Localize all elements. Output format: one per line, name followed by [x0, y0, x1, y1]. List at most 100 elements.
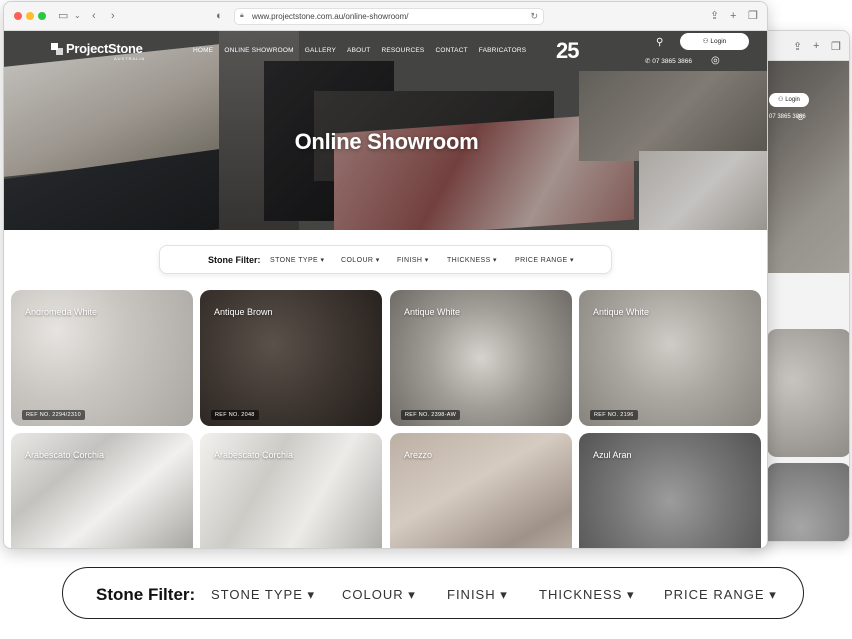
stone-name: Arabescato Corchia — [25, 450, 105, 460]
url-text: www.projectstone.com.au/online-showroom/ — [252, 12, 409, 21]
privacy-shield-icon[interactable]: ◐ — [216, 9, 223, 23]
caret-down-icon: ▾ — [769, 587, 777, 602]
chevron-down-icon[interactable]: ⌄ — [74, 9, 81, 23]
caret-down-icon: ▾ — [375, 257, 380, 264]
page-title: Online Showroom — [294, 129, 479, 154]
nav-gallery[interactable]: GALLERY — [305, 47, 336, 54]
back-arrow-icon[interactable]: ‹ — [92, 9, 96, 23]
background-login-button[interactable]: ⚇ Login — [769, 93, 809, 107]
main-navigation: HOME ONLINE SHOWROOM GALLERY ABOUT RESOU… — [193, 47, 526, 54]
stone-name: Andromeda White — [25, 307, 98, 317]
user-icon: ⚇ — [778, 97, 784, 103]
caret-down-icon: ▾ — [408, 587, 416, 602]
user-icon: ⚇ — [702, 38, 709, 45]
filter-option-label: PRICE RANGE — [515, 257, 568, 264]
lock-icon: 🔒︎ — [240, 12, 244, 19]
stone-tile-arezzo[interactable]: Arezzo — [390, 433, 572, 548]
filter-stone-type-dropdown[interactable]: STONE TYPE ▾ — [270, 256, 324, 264]
filter-price-range-dropdown[interactable]: PRICE RANGE ▾ — [664, 587, 777, 603]
background-stone-tile[interactable] — [767, 463, 849, 541]
stone-filter-label: Stone Filter: — [208, 255, 261, 265]
stone-name: Arezzo — [404, 450, 433, 460]
login-label: Login — [710, 38, 727, 45]
filter-option-label: FINISH — [397, 257, 423, 264]
login-button[interactable]: ⚇ Login — [680, 33, 749, 50]
filter-colour-dropdown[interactable]: COLOUR ▾ — [341, 256, 380, 264]
caret-down-icon: ▾ — [320, 257, 325, 264]
filter-colour-dropdown[interactable]: COLOUR ▾ — [342, 587, 416, 603]
nav-online-showroom[interactable]: ONLINE SHOWROOM — [224, 47, 293, 54]
filter-stone-type-dropdown[interactable]: STONE TYPE ▾ — [211, 587, 315, 603]
caret-down-icon: ▾ — [307, 587, 316, 602]
browser-titlebar: ▭ ⌄ ‹ › ◐ 🔒︎ www.projectstone.com.au/onl… — [4, 2, 767, 31]
instagram-icon[interactable]: ◎ — [797, 112, 804, 121]
search-icon[interactable]: ⚲ — [656, 37, 663, 48]
caret-down-icon: ▾ — [570, 257, 574, 264]
stone-name: Arabescato Corchia — [214, 450, 294, 460]
stone-name: Antique White — [593, 307, 650, 317]
stone-tile-azul-aran[interactable]: Azul Aran — [579, 433, 761, 548]
tabs-overview-icon[interactable]: ❐ — [748, 9, 758, 23]
filter-option-label: STONE TYPE — [270, 257, 319, 264]
stone-tile-antique-white-2[interactable]: Antique White REF NO. 2196 — [579, 290, 761, 426]
phone-link[interactable]: ✆ 07 3865 3866 — [645, 57, 692, 65]
maximize-window-button[interactable] — [38, 12, 46, 20]
stone-tile-arabescato-corchia[interactable]: Arabescato Corchia — [11, 433, 193, 548]
share-icon[interactable]: ⇪ — [710, 9, 719, 23]
anniversary-badge: 25 — [556, 38, 580, 63]
stone-tile-antique-white[interactable]: Antique White REF NO. 2398-AW — [390, 290, 572, 426]
forward-arrow-icon[interactable]: › — [111, 9, 115, 23]
minimize-window-button[interactable] — [26, 12, 34, 20]
caret-down-icon: ▾ — [493, 257, 497, 264]
close-window-button[interactable] — [14, 12, 22, 20]
share-icon[interactable]: ⇪ — [793, 40, 802, 53]
stone-name: Antique White — [404, 307, 461, 317]
filter-thickness-dropdown[interactable]: THICKNESS ▾ — [539, 587, 635, 603]
filter-option-label: THICKNESS — [447, 257, 491, 264]
background-login-label: Login — [785, 97, 800, 103]
filter-option-label: STONE TYPE — [211, 587, 303, 602]
new-tab-icon[interactable]: + — [730, 9, 736, 23]
filter-option-label: COLOUR — [342, 587, 404, 602]
project-stone-logo-icon[interactable] — [51, 43, 63, 55]
site-logo[interactable]: ProjectStone — [66, 41, 143, 56]
filter-option-label: PRICE RANGE — [664, 587, 765, 602]
site-logo-subtitle: AUSTRALIA — [114, 56, 146, 61]
stone-tile-antique-brown[interactable]: Antique Brown REF NO. 2048 — [200, 290, 382, 426]
stone-name: Azul Aran — [593, 450, 632, 460]
filter-option-label: COLOUR — [341, 257, 374, 264]
caret-down-icon: ▾ — [424, 257, 429, 264]
background-stone-tile[interactable] — [767, 329, 849, 457]
stone-filter-bar-enlarged: Stone Filter: STONE TYPE ▾ COLOUR ▾ FINI… — [62, 567, 804, 619]
nav-about[interactable]: ABOUT — [347, 47, 370, 54]
filter-price-range-dropdown[interactable]: PRICE RANGE ▾ — [515, 256, 574, 264]
phone-icon: ✆ — [645, 58, 651, 65]
filter-option-label: FINISH — [447, 587, 496, 602]
nav-contact[interactable]: CONTACT — [435, 47, 467, 54]
filter-thickness-dropdown[interactable]: THICKNESS ▾ — [447, 256, 497, 264]
caret-down-icon: ▾ — [627, 587, 635, 602]
instagram-icon[interactable]: ◎ — [711, 55, 720, 66]
stone-filter-bar: Stone Filter: STONE TYPE ▾ COLOUR ▾ FINI… — [159, 245, 612, 274]
nav-fabricators[interactable]: FABRICATORS — [479, 47, 526, 54]
tabs-overview-icon[interactable]: ❐ — [831, 40, 841, 53]
reload-icon[interactable]: ↻ — [530, 11, 538, 22]
phone-number: 07 3865 3866 — [652, 58, 693, 65]
stone-tile-andromeda-white[interactable]: Andromeda White REF NO. 2294/2310 — [11, 290, 193, 426]
nav-resources[interactable]: RESOURCES — [381, 47, 424, 54]
new-tab-icon[interactable]: + — [813, 40, 819, 52]
nav-home[interactable]: HOME — [193, 47, 213, 54]
stone-name: Antique Brown — [214, 307, 273, 317]
stone-ref-number: REF NO. 2048 — [211, 410, 259, 420]
stone-ref-number: REF NO. 2196 — [590, 410, 638, 420]
hero-banner: ProjectStone AUSTRALIA HOME ONLINE SHOWR… — [4, 31, 767, 230]
filter-finish-dropdown[interactable]: FINISH ▾ — [397, 256, 429, 264]
caret-down-icon: ▾ — [500, 587, 508, 602]
sidebar-icon[interactable]: ▭ — [58, 9, 68, 23]
screenshot-stage: ⇪ + ❐ ⚇ Login 07 3865 3866 ◎ ▭ ⌄ ‹ › ◐ 🔒… — [0, 0, 852, 639]
filter-option-label: THICKNESS — [539, 587, 623, 602]
stone-tile-arabescato-corchia-2[interactable]: Arabescato Corchia — [200, 433, 382, 548]
filter-finish-dropdown[interactable]: FINISH ▾ — [447, 587, 508, 603]
address-bar[interactable]: 🔒︎ www.projectstone.com.au/online-showro… — [234, 8, 544, 25]
stone-ref-number: REF NO. 2398-AW — [401, 410, 461, 420]
